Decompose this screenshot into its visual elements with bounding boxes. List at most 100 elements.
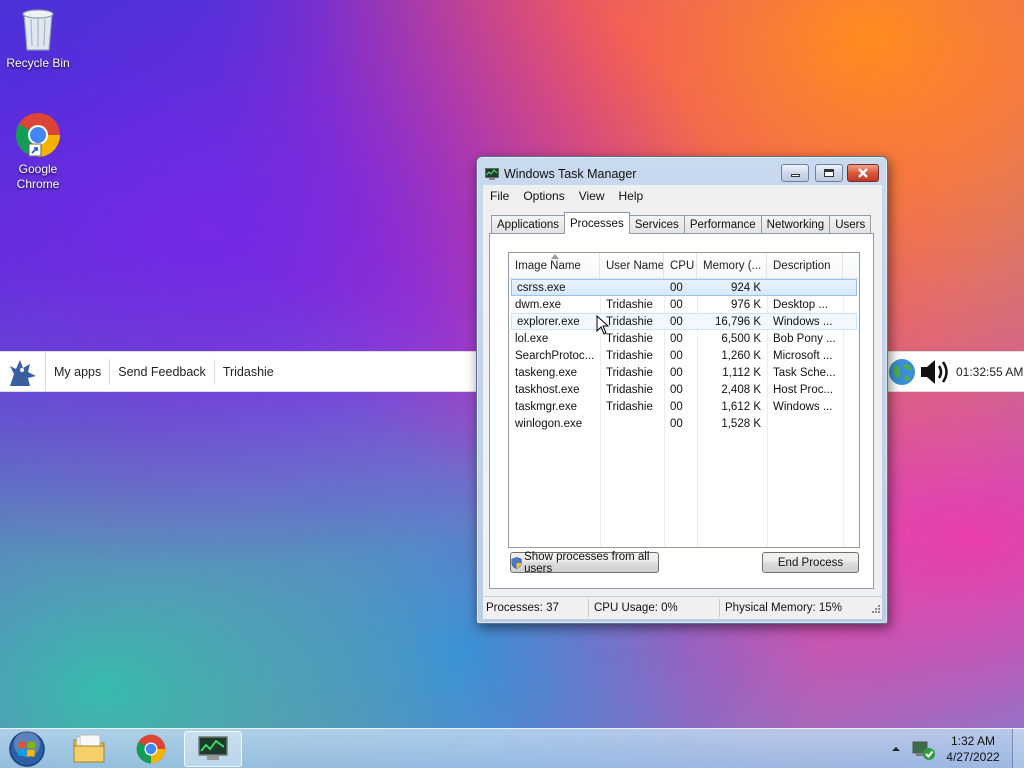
taskbar-task-manager[interactable] xyxy=(184,731,242,767)
process-list[interactable]: Image Name User Name CPU Memory (... Des… xyxy=(508,252,860,548)
process-memory: 924 K xyxy=(730,281,761,294)
menu-file[interactable]: File xyxy=(483,189,516,203)
process-user-name: Tridashie xyxy=(606,298,653,311)
start-orb-icon xyxy=(9,731,45,767)
process-image-name: taskeng.exe xyxy=(515,366,578,379)
process-description: Windows ... xyxy=(773,400,833,413)
process-memory: 2,408 K xyxy=(721,383,761,396)
widget-logo[interactable] xyxy=(0,352,46,391)
show-all-processes-button[interactable]: Show processes from all users xyxy=(510,550,659,575)
process-image-name: csrss.exe xyxy=(517,281,566,294)
taskbar-clock[interactable]: 1:32 AM 4/27/2022 xyxy=(938,733,1008,765)
tab-networking[interactable]: Networking xyxy=(760,215,831,234)
process-row[interactable]: SearchProtoc... Tridashie 00 1,260 K Microso… xyxy=(509,347,859,364)
column-header-cpu[interactable]: CPU xyxy=(664,253,697,279)
clock-date: 4/27/2022 xyxy=(946,750,1000,764)
desktop-icon-label: Recycle Bin xyxy=(6,56,70,70)
status-physical-memory: Physical Memory: 15% xyxy=(725,602,842,614)
process-rows: csrss.exe 00 924 K dwm.exe Tridashie 00 976 K D… xyxy=(509,279,859,432)
process-row[interactable]: taskmgr.exe Tridashie 00 1,612 K Windows ... xyxy=(509,398,859,415)
close-icon xyxy=(858,168,868,178)
tab-strip: Applications Processes Services Performa… xyxy=(491,212,872,234)
menu-bar: File Options View Help xyxy=(483,185,882,206)
maximize-button[interactable] xyxy=(815,164,843,182)
process-cpu: 00 xyxy=(670,298,683,311)
maximize-icon xyxy=(824,169,834,177)
process-row[interactable]: taskhost.exe Tridashie 00 2,408 K Host Proc.… xyxy=(509,381,859,398)
pony-logo-icon xyxy=(9,359,36,386)
sort-arrow-icon xyxy=(551,254,559,259)
minimize-button[interactable] xyxy=(781,164,809,182)
show-desktop-button[interactable] xyxy=(1012,729,1024,768)
globe-icon[interactable] xyxy=(888,358,916,386)
column-header-filler xyxy=(843,253,859,279)
process-description: Task Sche... xyxy=(773,366,836,379)
menu-view[interactable]: View xyxy=(572,189,612,203)
action-center-flag-icon[interactable] xyxy=(910,736,936,762)
tab-processes[interactable]: Processes xyxy=(564,212,630,234)
process-image-name: lol.exe xyxy=(515,332,549,345)
process-user-name: Tridashie xyxy=(606,349,653,362)
process-description: Desktop ... xyxy=(773,298,828,311)
process-memory: 1,260 K xyxy=(721,349,761,362)
process-description: Microsoft ... xyxy=(773,349,833,362)
widget-item-send-feedback[interactable]: Send Feedback xyxy=(110,358,215,385)
process-memory: 1,612 K xyxy=(721,400,761,413)
process-row[interactable]: explorer.exe Tridashie 00 16,796 K Windows .… xyxy=(511,313,857,330)
process-image-name: SearchProtoc... xyxy=(515,349,595,362)
speaker-icon[interactable] xyxy=(918,357,952,387)
process-row[interactable]: csrss.exe 00 924 K xyxy=(511,279,857,296)
processes-panel: Image Name User Name CPU Memory (... Des… xyxy=(489,233,874,589)
process-image-name: winlogon.exe xyxy=(515,417,583,430)
show-all-processes-label: Show processes from all users xyxy=(524,550,650,575)
process-memory: 16,796 K xyxy=(714,315,761,328)
start-button[interactable] xyxy=(2,731,52,767)
status-processes: Processes: 37 xyxy=(483,599,589,617)
column-header-user-name[interactable]: User Name xyxy=(600,253,664,279)
task-manager-icon xyxy=(485,168,499,180)
widget-item-my-apps[interactable]: My apps xyxy=(46,358,111,385)
end-process-label: End Process xyxy=(777,556,844,569)
column-header-description[interactable]: Description xyxy=(767,253,843,279)
tab-services[interactable]: Services xyxy=(628,215,685,234)
taskbar-chrome[interactable] xyxy=(122,731,180,767)
resize-grip-icon[interactable] xyxy=(870,603,880,613)
process-cpu: 00 xyxy=(670,281,683,294)
process-user-name: Tridashie xyxy=(606,366,653,379)
process-cpu: 00 xyxy=(670,315,683,328)
desktop-icon-google-chrome[interactable]: Google Chrome xyxy=(0,112,76,192)
close-button[interactable] xyxy=(847,164,879,182)
title-bar[interactable]: Windows Task Manager xyxy=(485,165,636,183)
tab-applications[interactable]: Applications xyxy=(491,215,566,234)
widget-item-user[interactable]: Tridashie xyxy=(215,359,282,385)
process-description: Host Proc... xyxy=(773,383,834,396)
process-cpu: 00 xyxy=(670,383,683,396)
process-row[interactable]: taskeng.exe Tridashie 00 1,112 K Task Sche..… xyxy=(509,364,859,381)
end-process-button[interactable]: End Process xyxy=(762,552,859,573)
process-row[interactable]: lol.exe Tridashie 00 6,500 K Bob Pony ... xyxy=(509,330,859,347)
process-user-name: Tridashie xyxy=(606,400,653,413)
process-memory: 1,528 K xyxy=(721,417,761,430)
chrome-icon xyxy=(16,113,60,157)
process-description: Bob Pony ... xyxy=(773,332,836,345)
menu-options[interactable]: Options xyxy=(516,189,571,203)
process-image-name: taskhost.exe xyxy=(515,383,580,396)
clock-time: 1:32 AM xyxy=(950,734,996,748)
process-cpu: 00 xyxy=(670,349,683,362)
show-hidden-icons-chevron-icon[interactable] xyxy=(888,741,904,757)
process-row[interactable]: dwm.exe Tridashie 00 976 K Desktop ... xyxy=(509,296,859,313)
tab-users[interactable]: Users xyxy=(829,215,872,234)
process-user-name: Tridashie xyxy=(606,383,653,396)
process-cpu: 00 xyxy=(670,400,683,413)
process-list-header: Image Name User Name CPU Memory (... Des… xyxy=(509,253,859,279)
process-row[interactable]: winlogon.exe 00 1,528 K xyxy=(509,415,859,432)
tab-performance[interactable]: Performance xyxy=(683,215,762,234)
process-memory: 1,112 K xyxy=(722,366,761,379)
system-tray xyxy=(888,729,936,768)
process-cpu: 00 xyxy=(670,417,683,430)
desktop-icon-recycle-bin[interactable]: Recycle Bin xyxy=(0,6,76,71)
taskbar-file-explorer[interactable] xyxy=(60,731,118,767)
column-header-memory[interactable]: Memory (... xyxy=(697,253,767,279)
menu-help[interactable]: Help xyxy=(612,189,651,203)
process-cpu: 00 xyxy=(670,366,683,379)
